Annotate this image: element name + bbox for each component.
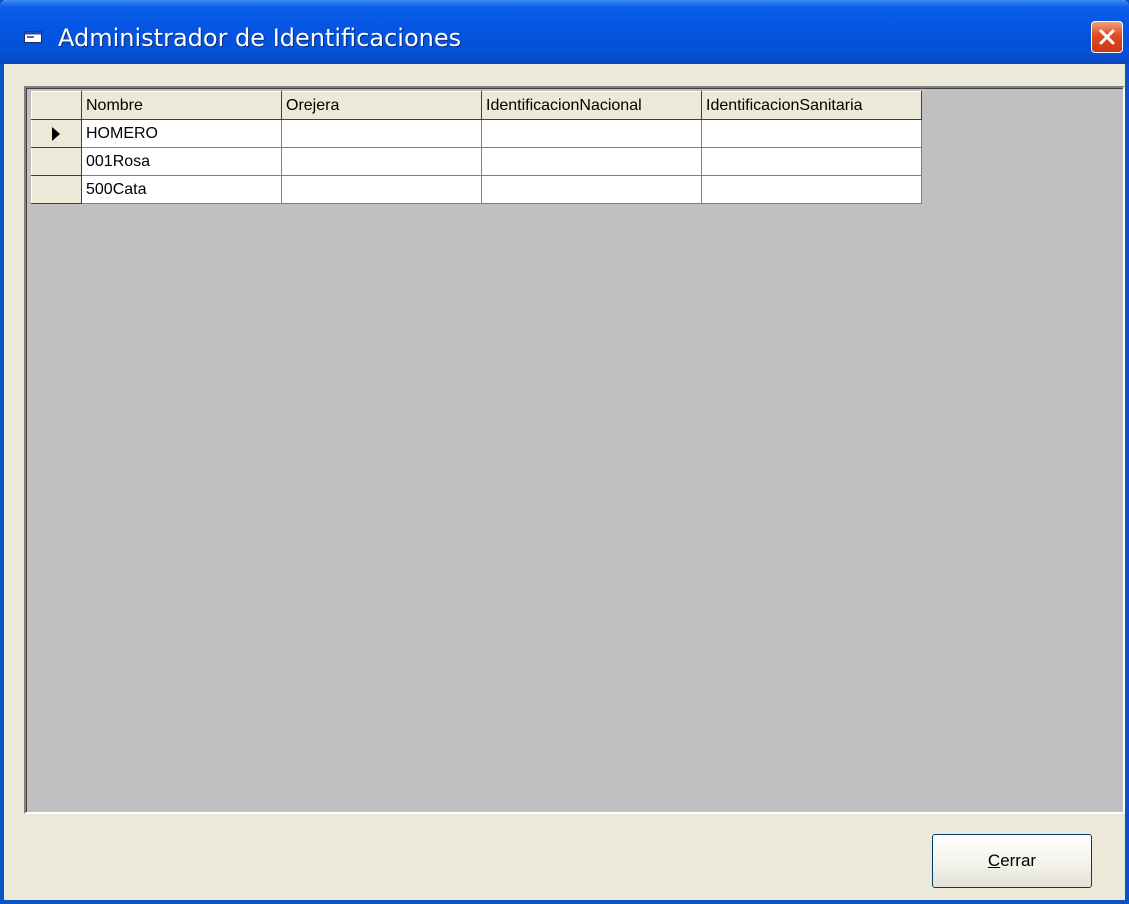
cerrar-button[interactable]: Cerrar xyxy=(932,834,1092,888)
grid-corner-cell[interactable] xyxy=(31,91,82,120)
row-selector[interactable] xyxy=(31,119,82,148)
row-selector[interactable] xyxy=(31,175,82,204)
table-row[interactable]: HOMERO xyxy=(31,119,922,148)
row-pointer-icon xyxy=(52,126,60,141)
identifications-table[interactable]: Nombre Orejera IdentificacionNacional Id… xyxy=(31,91,922,204)
main-window: Administrador de Identificaciones Nombre… xyxy=(0,0,1129,904)
row-selector[interactable] xyxy=(31,147,82,176)
cell-identificacion-nacional[interactable] xyxy=(481,175,702,204)
cell-identificacion-nacional[interactable] xyxy=(481,147,702,176)
cell-identificacion-sanitaria[interactable] xyxy=(701,119,922,148)
cell-orejera[interactable] xyxy=(281,119,482,148)
cell-identificacion-sanitaria[interactable] xyxy=(701,175,922,204)
column-header-orejera[interactable]: Orejera xyxy=(281,91,482,120)
cell-nombre[interactable]: 001Rosa xyxy=(81,147,282,176)
cell-identificacion-sanitaria[interactable] xyxy=(701,147,922,176)
cell-nombre[interactable]: HOMERO xyxy=(81,119,282,148)
window-title: Administrador de Identificaciones xyxy=(58,24,462,52)
column-header-identificacion-sanitaria[interactable]: IdentificacionSanitaria xyxy=(701,91,922,120)
column-header-identificacion-nacional[interactable]: IdentificacionNacional xyxy=(481,91,702,120)
cerrar-label: errar xyxy=(1000,851,1037,870)
close-window-button[interactable] xyxy=(1091,21,1123,53)
cell-identificacion-nacional[interactable] xyxy=(481,119,702,148)
cerrar-accelerator-letter: C xyxy=(987,851,1001,870)
table-row[interactable]: 001Rosa xyxy=(31,147,922,176)
column-header-nombre[interactable]: Nombre xyxy=(81,91,282,120)
cell-orejera[interactable] xyxy=(281,147,482,176)
close-x-icon xyxy=(1099,29,1115,45)
title-bar[interactable]: Administrador de Identificaciones xyxy=(0,0,1129,64)
table-row[interactable]: 500Cata xyxy=(31,175,922,204)
cell-nombre[interactable]: 500Cata xyxy=(81,175,282,204)
data-grid[interactable]: Nombre Orejera IdentificacionNacional Id… xyxy=(24,86,1125,814)
cell-orejera[interactable] xyxy=(281,175,482,204)
form-window-icon xyxy=(24,31,42,43)
header-row: Nombre Orejera IdentificacionNacional Id… xyxy=(31,91,922,120)
